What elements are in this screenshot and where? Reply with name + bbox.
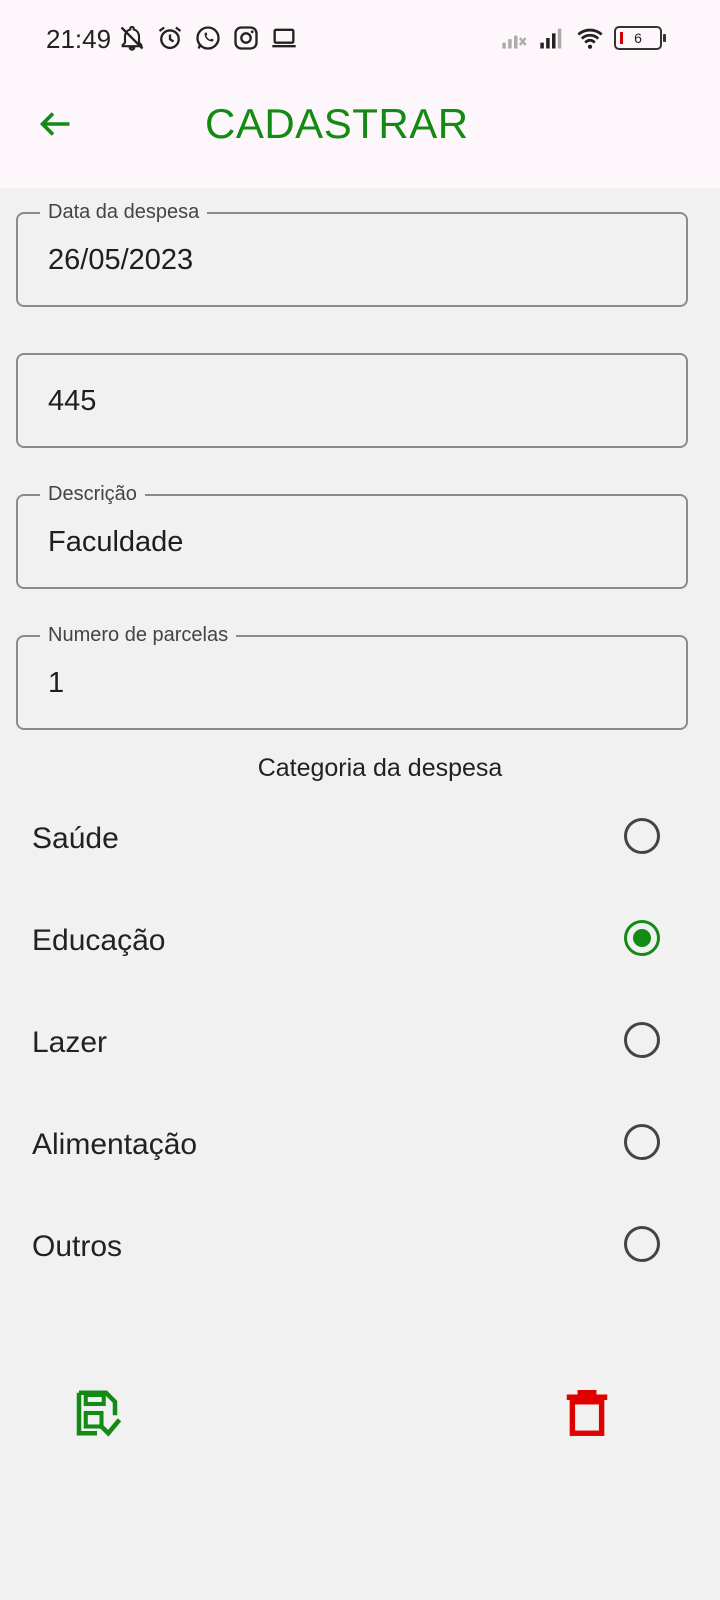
signal-icon	[540, 28, 562, 49]
category-option-alimentacao[interactable]: Alimentação	[32, 1114, 660, 1174]
category-label: Lazer	[32, 1026, 108, 1059]
save-icon[interactable]	[70, 1386, 124, 1440]
expense-date-value: 26/05/2023	[48, 244, 194, 276]
bell-off-icon	[120, 25, 144, 51]
expense-date-field[interactable]: Data da despesa 26/05/2023	[16, 201, 688, 307]
radio-button-selected[interactable]	[624, 920, 660, 956]
category-option-saude[interactable]: Saúde	[32, 808, 660, 868]
radio-button[interactable]	[624, 1124, 660, 1160]
battery-icon: 6	[614, 26, 666, 50]
status-bar: 21:49 6	[0, 0, 720, 80]
category-label: Outros	[32, 1230, 123, 1263]
installments-field[interactable]: Numero de parcelas 1	[16, 624, 688, 730]
alarm-icon	[158, 26, 182, 50]
expense-date-label: Data da despesa	[40, 201, 208, 224]
category-option-lazer[interactable]: Lazer	[32, 1012, 660, 1072]
category-option-educacao[interactable]: Educação	[32, 910, 660, 970]
amount-field[interactable]: 445	[16, 353, 688, 448]
description-value: Faculdade	[48, 526, 184, 558]
category-label: Saúde	[32, 822, 119, 855]
status-icons-right: 6	[500, 24, 666, 52]
wifi-icon	[577, 28, 603, 49]
category-option-outros[interactable]: Outros	[32, 1216, 660, 1276]
category-label: Educação	[32, 924, 166, 957]
app-bar: 21:49 6 CADASTRAR	[0, 0, 720, 188]
radio-button[interactable]	[624, 818, 660, 854]
radio-button[interactable]	[624, 1022, 660, 1058]
status-icons-left	[118, 24, 298, 52]
amount-value: 445	[48, 385, 97, 417]
battery-level: 6	[634, 30, 642, 46]
installments-label: Numero de parcelas	[40, 624, 237, 647]
radio-button[interactable]	[624, 1226, 660, 1262]
whatsapp-icon	[196, 26, 220, 50]
category-title: Categoria da despesa	[257, 754, 503, 782]
signal-off-icon	[502, 35, 527, 49]
status-time: 21:49	[46, 24, 112, 54]
instagram-icon	[234, 26, 258, 50]
laptop-icon	[272, 28, 296, 48]
description-label: Descrição	[40, 483, 145, 506]
delete-icon[interactable]	[560, 1386, 614, 1440]
category-label: Alimentação	[32, 1128, 198, 1161]
description-field[interactable]: Descrição Faculdade	[16, 483, 688, 589]
page-title: CADASTRAR	[205, 100, 469, 147]
installments-value: 1	[48, 667, 65, 699]
back-arrow-icon[interactable]	[38, 106, 74, 142]
